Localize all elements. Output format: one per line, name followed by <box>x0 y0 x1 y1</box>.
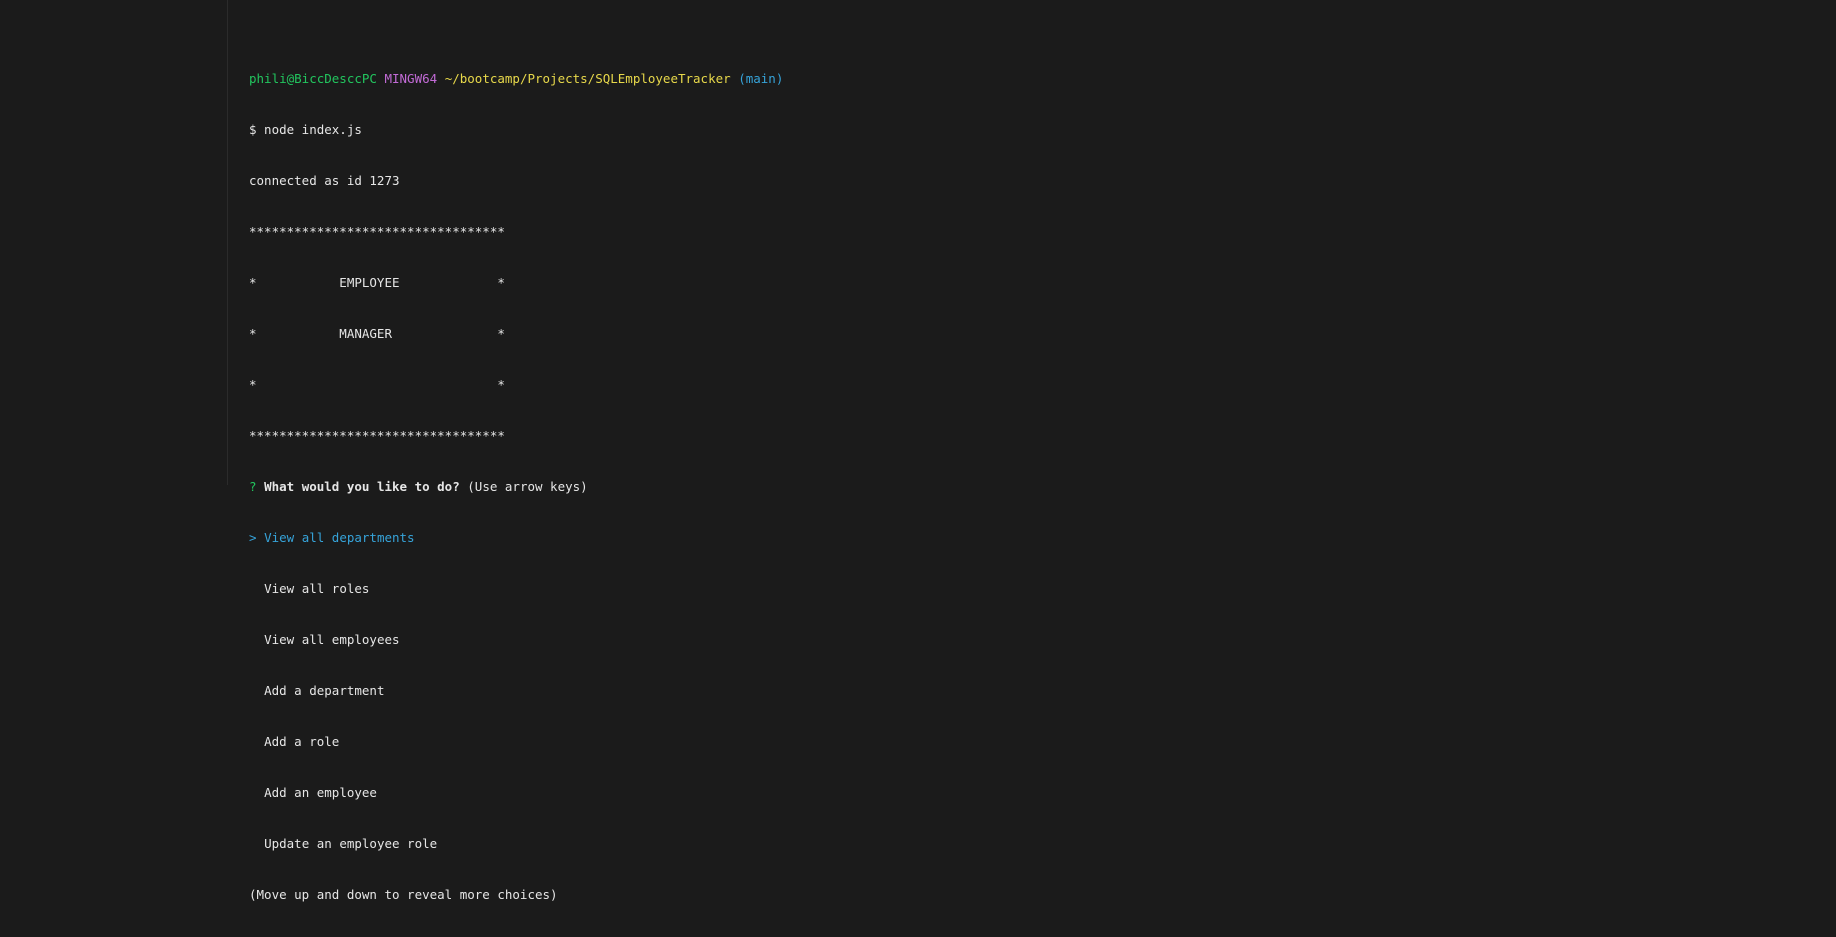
banner-line: * EMPLOYEE * <box>249 275 505 290</box>
menu-item-label: Update an employee role <box>264 836 438 851</box>
prompt-user-host: phili@BiccDesccPC <box>249 71 377 86</box>
prompt-branch: (main) <box>738 71 784 86</box>
terminal-window[interactable]: phili@BiccDesccPC MINGW64 ~/bootcamp/Pro… <box>228 0 1836 902</box>
pointer-icon: > <box>249 530 257 545</box>
question-line: ? What would you like to do? (Use arrow … <box>249 478 783 495</box>
question-text: What would you like to do? <box>264 479 460 494</box>
terminal-output: phili@BiccDesccPC MINGW64 ~/bootcamp/Pro… <box>249 36 783 937</box>
menu-item-label: Add a department <box>264 683 385 698</box>
footer-hint: (Move up and down to reveal more choices… <box>249 887 558 902</box>
banner-line: ********************************** <box>249 224 505 239</box>
prompt-env: MINGW64 <box>384 71 438 86</box>
menu-item[interactable]: View all employees <box>249 631 783 648</box>
menu-item-label: View all employees <box>264 632 400 647</box>
banner-line: * * <box>249 377 505 392</box>
command-line: $ node index.js <box>249 122 362 137</box>
menu-item-selected[interactable]: > View all departments <box>249 529 783 546</box>
banner-line: * MANAGER * <box>249 326 505 341</box>
menu-item-label: Add an employee <box>264 785 377 800</box>
question-mark: ? <box>249 479 257 494</box>
menu-item[interactable]: Add a role <box>249 733 783 750</box>
menu-item-label: View all roles <box>264 581 370 596</box>
menu-item[interactable]: Add a department <box>249 682 783 699</box>
menu-item[interactable]: Add an employee <box>249 784 783 801</box>
menu-item-label: View all departments <box>264 530 415 545</box>
menu-item[interactable]: Update an employee role <box>249 835 783 852</box>
prompt-path: ~/bootcamp/Projects/SQLEmployeeTracker <box>444 71 731 86</box>
banner-line: ********************************** <box>249 428 505 443</box>
prompt-line: phili@BiccDesccPC MINGW64 ~/bootcamp/Pro… <box>249 70 783 87</box>
menu-item[interactable]: View all roles <box>249 580 783 597</box>
side-pane <box>0 0 228 485</box>
question-hint: (Use arrow keys) <box>467 479 588 494</box>
menu-item-label: Add a role <box>264 734 340 749</box>
connected-message: connected as id 1273 <box>249 173 400 188</box>
